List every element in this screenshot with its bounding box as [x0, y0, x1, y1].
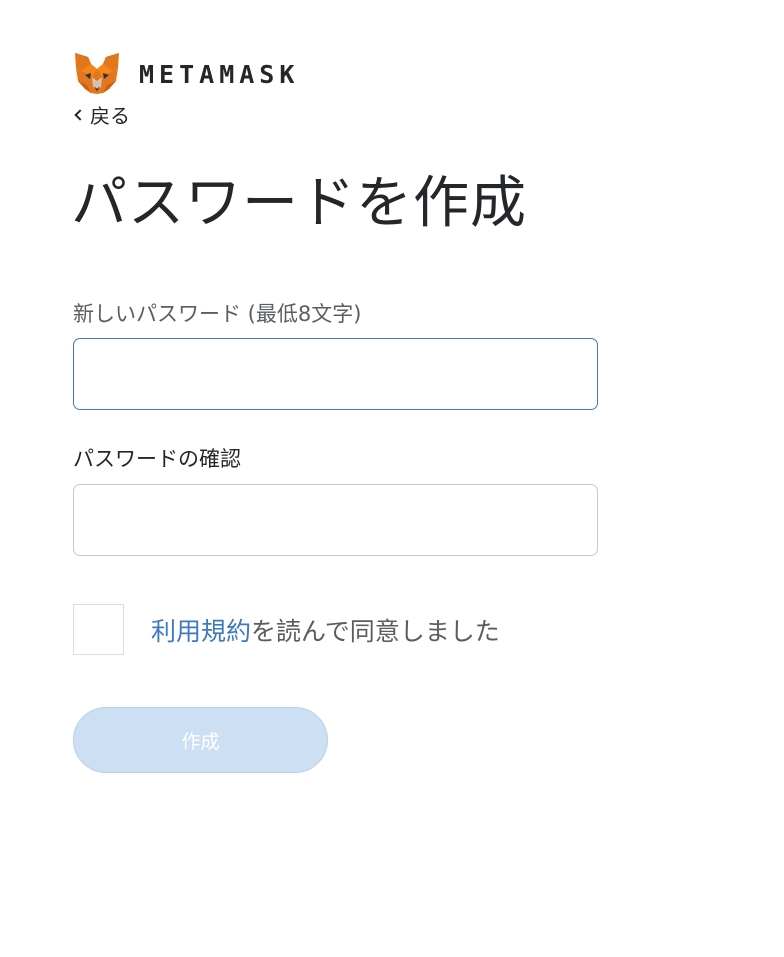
terms-of-use-link[interactable]: 利用規約	[151, 617, 251, 646]
back-link-label: 戻る	[90, 104, 130, 128]
back-link[interactable]: 戻る	[73, 100, 130, 129]
terms-checkbox[interactable]	[73, 604, 124, 655]
metamask-fox-icon	[75, 53, 119, 94]
page-title: パスワードを作成	[71, 171, 527, 236]
new-password-input[interactable]	[73, 338, 598, 410]
chevron-left-icon	[74, 108, 86, 121]
create-button[interactable]: 作成	[73, 707, 328, 773]
confirm-password-label: パスワードの確認	[73, 447, 241, 471]
terms-text: 利用規約を読んで同意しました	[151, 612, 500, 648]
brand-wordmark: METAMASK	[139, 59, 300, 89]
brand-logo: METAMASK	[73, 50, 299, 98]
new-password-label: 新しいパスワード (最低8文字)	[73, 302, 362, 326]
confirm-password-input[interactable]	[73, 484, 598, 556]
terms-suffix: を読んで同意しました	[251, 617, 500, 646]
